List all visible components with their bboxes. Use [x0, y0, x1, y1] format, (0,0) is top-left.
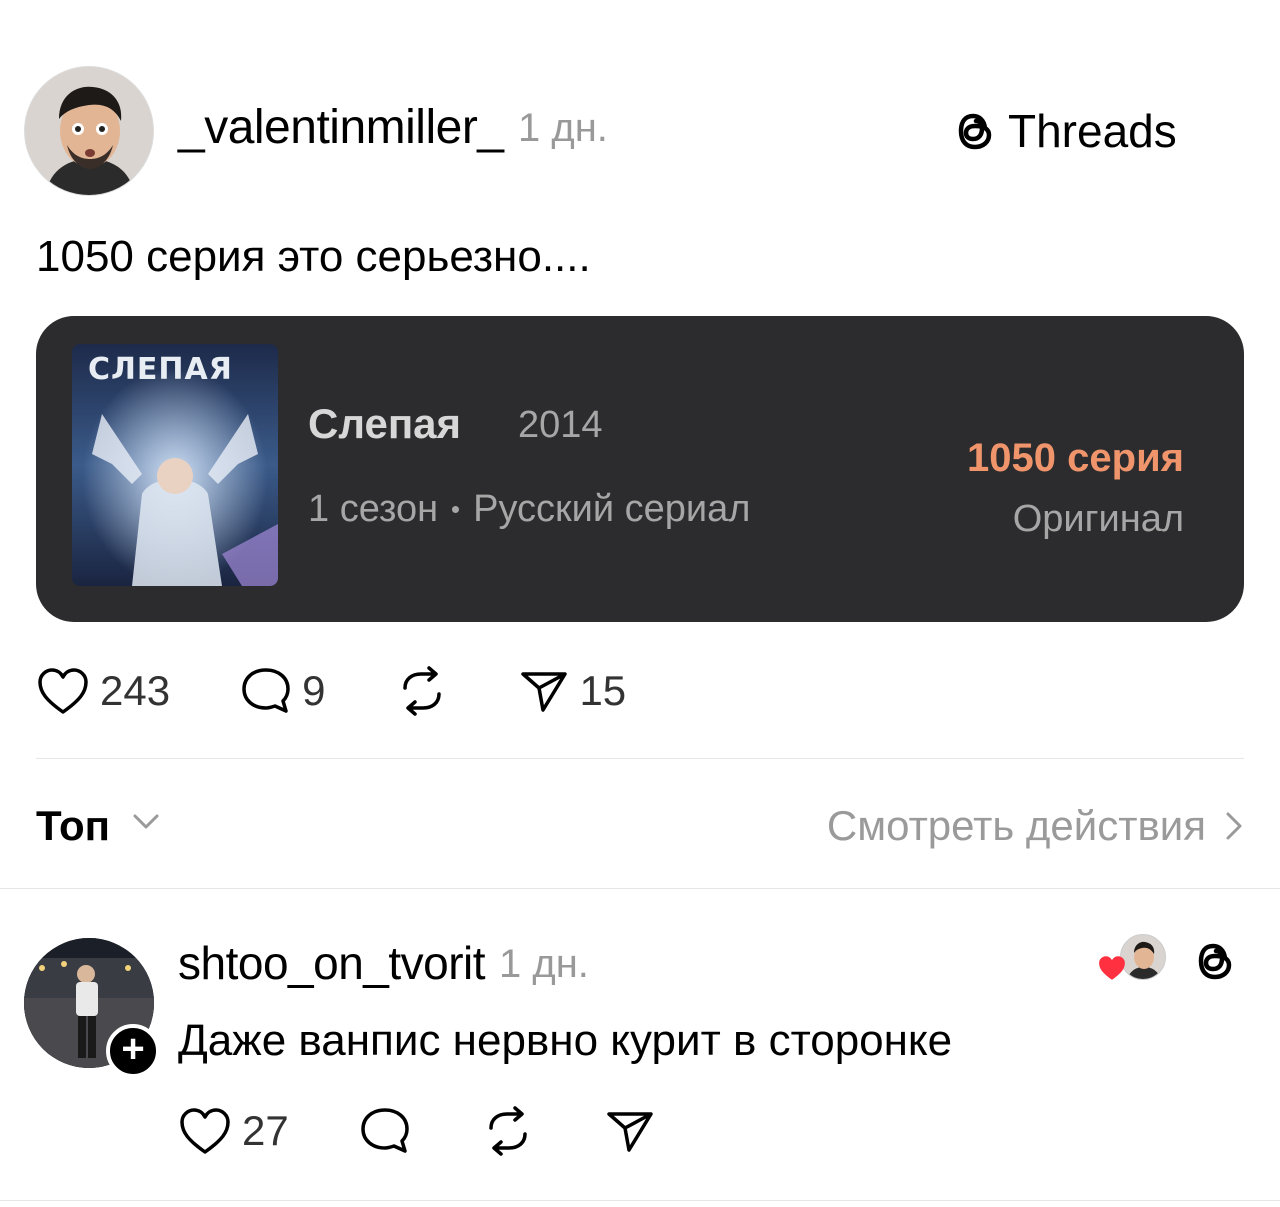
sort-bar: Топ Смотреть действия	[36, 800, 1244, 850]
show-title: Слепая	[308, 400, 462, 447]
reply-actions: 27	[178, 1106, 715, 1156]
comment-bubble-icon	[360, 1108, 409, 1153]
threads-logo-icon[interactable]	[1192, 936, 1238, 986]
reply-comment-button[interactable]	[359, 1106, 411, 1156]
comment-button[interactable]: 9	[240, 666, 325, 716]
threads-brand-label: Threads	[1008, 105, 1177, 157]
threads-logo-icon	[958, 113, 992, 150]
post-actions: 243 9 15	[36, 666, 686, 716]
reply-item: + shtoo_on_tvorit 1 дн. Даже ванпис нерв…	[24, 934, 1244, 1116]
like-button[interactable]: 243	[36, 666, 170, 716]
liked-by-author	[1096, 934, 1168, 984]
author-username[interactable]: _valentinmiller_	[178, 100, 504, 155]
divider	[36, 758, 1244, 759]
comment-bubble-icon	[242, 668, 290, 713]
chevron-right-icon	[1226, 812, 1242, 840]
share-count: 15	[579, 667, 627, 714]
reply-share-button[interactable]	[605, 1106, 655, 1156]
media-card[interactable]: СЛЕПАЯ Слепая 2014 1 сезон Русский сериа…	[36, 316, 1244, 622]
reply-like-count: 27	[242, 1107, 289, 1154]
send-icon	[521, 672, 568, 712]
reply-like-button[interactable]: 27	[178, 1106, 289, 1156]
reply-timestamp: 1 дн.	[499, 942, 589, 986]
post-header: _valentinmiller_ 1 дн. Threads	[24, 66, 1224, 196]
view-activity-label: Смотреть действия	[826, 802, 1206, 849]
sort-dropdown-label[interactable]: Топ	[36, 802, 110, 850]
chevron-down-icon[interactable]	[132, 812, 160, 832]
show-year: 2014	[518, 404, 603, 446]
author-avatar[interactable]	[24, 66, 154, 196]
threads-brand: Threads	[952, 104, 1177, 158]
show-season: 1 сезон	[308, 488, 439, 530]
follow-plus-button[interactable]: +	[106, 1024, 160, 1078]
poster-title: СЛЕПАЯ	[88, 352, 233, 387]
show-genre: Русский сериал	[473, 488, 751, 530]
post-text: 1050 серия это серьезно....	[36, 232, 591, 281]
heart-filled-icon	[1099, 956, 1125, 980]
reply-text: Даже ванпис нервно курит в сторонке	[178, 1016, 953, 1065]
repost-button[interactable]	[395, 666, 449, 716]
view-activity-link[interactable]: Смотреть действия	[827, 802, 1244, 850]
divider	[0, 1200, 1280, 1201]
comment-count: 9	[302, 667, 326, 714]
like-count: 243	[100, 667, 171, 714]
repost-icon	[488, 1106, 527, 1156]
reply-author-username[interactable]: shtoo_on_tvorit	[178, 936, 486, 990]
episode-label: 1050 серия	[967, 436, 1184, 480]
heart-icon	[180, 1108, 230, 1154]
show-poster: СЛЕПАЯ	[72, 344, 278, 586]
repost-icon	[403, 666, 442, 716]
reply-repost-button[interactable]	[481, 1106, 535, 1156]
episode-sub-label: Оригинал	[1012, 498, 1184, 540]
send-icon	[606, 1112, 653, 1152]
meta-separator-dot	[452, 506, 460, 513]
show-meta: 1 сезон Русский сериал	[308, 488, 750, 531]
post-timestamp: 1 дн.	[518, 106, 608, 150]
share-button[interactable]: 15	[519, 666, 626, 716]
divider	[0, 888, 1280, 889]
heart-icon	[38, 668, 88, 714]
